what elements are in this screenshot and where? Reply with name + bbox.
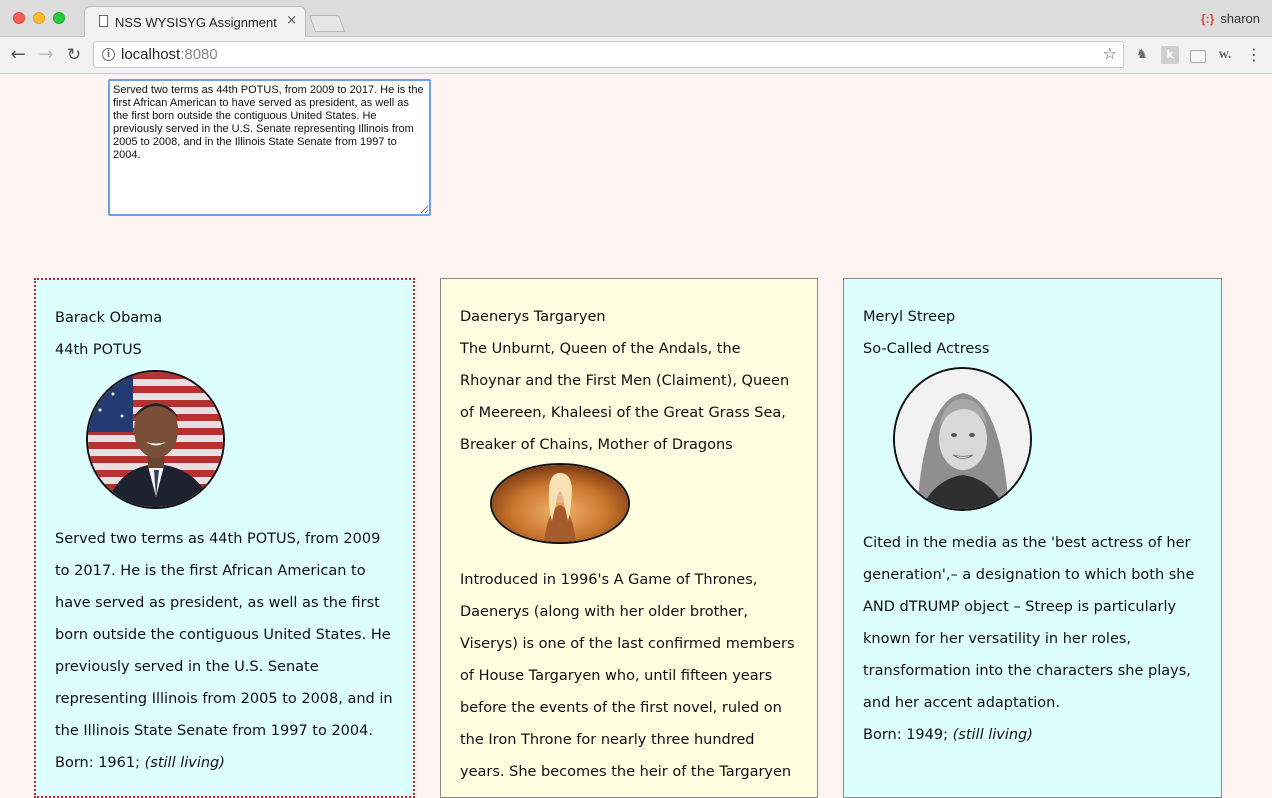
- extension-window-icon[interactable]: [1190, 50, 1206, 63]
- url-port: :8080: [180, 46, 218, 63]
- living-status: (still living): [952, 727, 1033, 743]
- extension-w-icon[interactable]: w.: [1216, 46, 1234, 64]
- profile-name: sharon: [1220, 11, 1260, 26]
- back-arrow-icon[interactable]: ←: [7, 44, 29, 66]
- info-icon[interactable]: i: [102, 48, 115, 61]
- person-bio: Cited in the media as the 'best actress …: [863, 535, 1195, 711]
- browser-toolbar: ← → ↻ i localhost:8080 ☆ ♞ k w. ⋮: [0, 37, 1272, 74]
- living-status: (still living): [144, 755, 225, 771]
- active-tab[interactable]: NSS WYSISYG Assignment ×: [84, 6, 306, 38]
- person-born: Born: 1949; (still living): [863, 719, 1202, 751]
- bookmark-star-icon[interactable]: ☆: [1103, 44, 1117, 63]
- evernote-extension-icon[interactable]: ♞: [1133, 46, 1151, 64]
- menu-dots-icon[interactable]: ⋮: [1246, 45, 1262, 65]
- tab-title: NSS WYSISYG Assignment: [115, 15, 277, 30]
- address-bar[interactable]: i localhost:8080 ☆: [93, 41, 1124, 68]
- maximize-window-button[interactable]: [53, 12, 65, 24]
- born-year: Born: 1949;: [863, 727, 948, 743]
- streep-portrait-image: [893, 367, 1032, 511]
- url-text: localhost:8080: [121, 46, 218, 63]
- person-name: Meryl Streep: [863, 309, 956, 325]
- born-year: Born: 1961;: [55, 755, 140, 771]
- person-bio: Introduced in 1996's A Game of Thrones, …: [460, 572, 795, 797]
- person-card-daenerys[interactable]: Daenerys Targaryen The Unburnt, Queen of…: [440, 278, 818, 798]
- tab-strip: NSS WYSISYG Assignment × {:} sharon: [0, 0, 1272, 38]
- person-name: Daenerys Targaryen: [460, 309, 606, 325]
- person-title: So-Called Actress: [863, 341, 990, 357]
- document-icon: [99, 15, 108, 27]
- person-card-streep[interactable]: Meryl Streep So-Called Actress Cited in …: [843, 278, 1222, 798]
- forward-arrow-icon[interactable]: →: [35, 44, 57, 66]
- close-window-button[interactable]: [13, 12, 25, 24]
- reload-icon[interactable]: ↻: [63, 44, 85, 66]
- minimize-window-button[interactable]: [33, 12, 45, 24]
- extension-k-icon[interactable]: k: [1161, 46, 1179, 64]
- person-title: 44th POTUS: [55, 342, 142, 358]
- profile-icon: {:}: [1200, 12, 1215, 26]
- person-title: The Unburnt, Queen of the Andals, the Rh…: [460, 341, 790, 453]
- daenerys-portrait-image: [490, 463, 630, 544]
- obama-portrait-image: [86, 370, 225, 509]
- profile-button[interactable]: {:} sharon: [1201, 11, 1260, 26]
- tab-close-icon[interactable]: ×: [286, 13, 297, 28]
- bio-textarea[interactable]: Served two terms as 44th POTUS, from 200…: [108, 79, 431, 216]
- person-bio: Served two terms as 44th POTUS, from 200…: [55, 531, 393, 739]
- new-tab-button[interactable]: [308, 15, 346, 32]
- url-host: localhost: [121, 46, 181, 63]
- person-card-obama[interactable]: Barack Obama 44th POTUS Served two terms…: [34, 278, 415, 798]
- person-born: Born: 1961; (still living): [55, 747, 394, 779]
- person-name: Barack Obama: [55, 310, 163, 326]
